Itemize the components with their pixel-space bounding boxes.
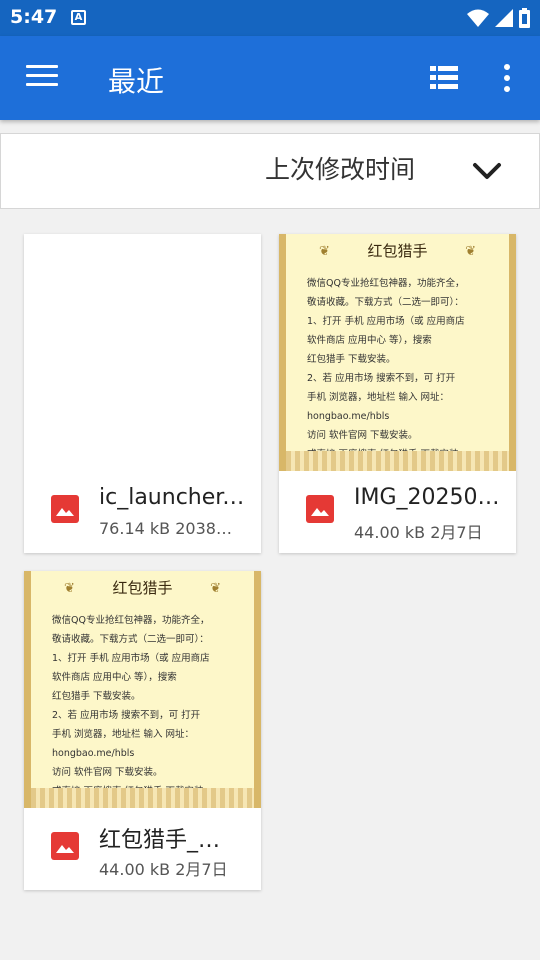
notification-icon: A [71, 10, 86, 25]
poster-line: 访问 软件官网 下载安装。 [307, 430, 418, 441]
file-card[interactable]: ic_launcher.… 76.14 kB 2038… [24, 234, 261, 553]
poster-line: 手机 浏览器，地址栏 输入 网址： [52, 729, 195, 740]
image-file-icon [51, 832, 79, 860]
app-bar: 最近 [0, 36, 540, 120]
status-bar: 5:47 A [0, 0, 540, 36]
image-file-icon [51, 495, 79, 523]
poster-border-bottom [31, 788, 254, 808]
file-thumbnail: ❦ ❦ 红包猎手 微信QQ专业抢红包神器，功能齐全， 敬请收藏。下载方式（二选一… [24, 571, 261, 808]
poster-line: 手机 浏览器，地址栏 输入 网址： [307, 392, 450, 403]
poster-line: hongbao.me/hbls [307, 411, 390, 422]
file-info: 红包猎手_… 44.00 kB 2月7日 [24, 808, 261, 890]
poster-line: 敬请收藏。下载方式（二选一即可）： [52, 634, 209, 645]
menu-icon[interactable] [26, 65, 58, 91]
file-meta: 44.00 kB 2月7日 [354, 523, 483, 542]
file-info: IMG_20250… 44.00 kB 2月7日 [279, 471, 516, 553]
more-vert-icon[interactable] [499, 64, 515, 94]
poster-line: hongbao.me/hbls [52, 748, 135, 759]
poster-line: 敬请收藏。下载方式（二选一即可）： [307, 297, 464, 308]
image-file-icon [306, 495, 334, 523]
chevron-down-icon[interactable] [472, 162, 502, 182]
poster-body: 微信QQ专业抢红包神器，功能齐全， 敬请收藏。下载方式（二选一即可）： 1、打开… [52, 611, 247, 801]
file-info: ic_launcher.… 76.14 kB 2038… [24, 471, 261, 553]
poster-body: 微信QQ专业抢红包神器，功能齐全， 敬请收藏。下载方式（二选一即可）： 1、打开… [307, 274, 502, 464]
list-view-icon[interactable] [430, 66, 458, 90]
status-time: 5:47 [10, 6, 58, 28]
poster-border-bottom [286, 451, 509, 471]
signal-icon [495, 9, 513, 27]
poster-line: 微信QQ专业抢红包神器，功能齐全， [52, 615, 210, 626]
sort-label: 上次修改时间 [265, 155, 416, 184]
poster-line: 1、打开 手机 应用市场（或 应用商店 [52, 653, 210, 664]
file-thumbnail: ❦ ❦ 红包猎手 微信QQ专业抢红包神器，功能齐全， 敬请收藏。下载方式（二选一… [279, 234, 516, 471]
system-icons [467, 8, 530, 28]
poster-line: 红包猎手 下载安装。 [52, 691, 141, 702]
page-title: 最近 [108, 65, 165, 98]
file-card[interactable]: ❦ ❦ 红包猎手 微信QQ专业抢红包神器，功能齐全， 敬请收藏。下载方式（二选一… [279, 234, 516, 553]
file-name: IMG_20250… [354, 485, 500, 510]
poster-line: 1、打开 手机 应用市场（或 应用商店 [307, 316, 465, 327]
poster-title: 红包猎手 [367, 242, 428, 260]
poster-line: 软件商店 应用中心 等），搜索 [307, 335, 432, 346]
file-meta: 44.00 kB 2月7日 [99, 860, 228, 879]
file-name: ic_launcher.… [99, 485, 249, 510]
file-meta: 76.14 kB 2038… [99, 519, 232, 538]
poster-line: 2、若 应用市场 搜索不到，可 打开 [307, 373, 456, 384]
file-name: 红包猎手_… [99, 828, 221, 853]
poster-line: 2、若 应用市场 搜索不到，可 打开 [52, 710, 201, 721]
file-thumbnail [24, 234, 261, 471]
sort-bar[interactable]: 上次修改时间 [0, 133, 540, 209]
file-card[interactable]: ❦ ❦ 红包猎手 微信QQ专业抢红包神器，功能齐全， 敬请收藏。下载方式（二选一… [24, 571, 261, 890]
poster-line: 红包猎手 下载安装。 [307, 354, 396, 365]
poster-line: 微信QQ专业抢红包神器，功能齐全， [307, 278, 465, 289]
wifi-icon [467, 9, 489, 27]
battery-icon [519, 8, 530, 28]
poster-line: 访问 软件官网 下载安装。 [52, 767, 163, 778]
poster-title: 红包猎手 [112, 579, 173, 597]
poster-line: 软件商店 应用中心 等），搜索 [52, 672, 177, 683]
